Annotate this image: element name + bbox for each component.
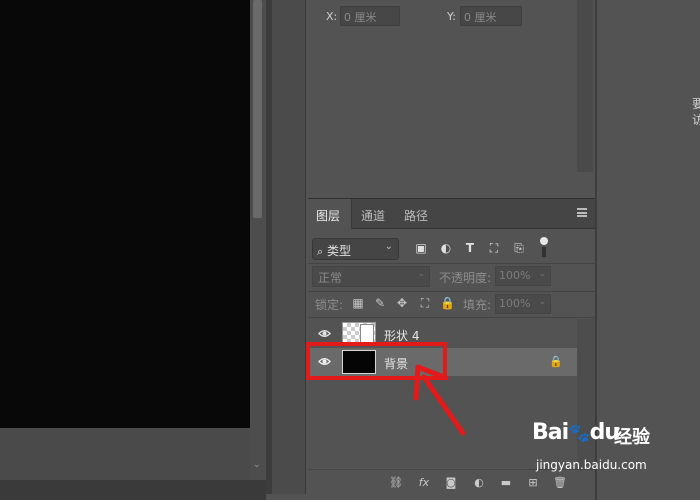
fill-label: 填充: bbox=[463, 298, 492, 312]
blend-mode-value: 正常 bbox=[318, 271, 343, 285]
canvas-pasteboard bbox=[0, 428, 250, 480]
link-layers-icon[interactable]: ⛓ bbox=[388, 476, 404, 490]
layers-tab-bar: 图层 通道 路径 bbox=[308, 199, 595, 229]
lock-icon[interactable]: 🔒 bbox=[549, 355, 563, 368]
document-canvas[interactable] bbox=[0, 0, 250, 428]
status-bar bbox=[0, 480, 266, 500]
new-layer-icon[interactable]: ⊞ bbox=[525, 476, 541, 490]
lock-artboard-icon[interactable]: ⛶ bbox=[418, 296, 432, 310]
lock-image-icon[interactable]: ✎ bbox=[373, 296, 387, 310]
delete-layer-icon[interactable]: 🗑 bbox=[552, 476, 568, 490]
shape-filter-icon[interactable]: ⛶ bbox=[487, 241, 501, 255]
eye-icon[interactable] bbox=[318, 327, 331, 340]
baidu-watermark: Bai🐾du 经验 jingyan.baidu.com bbox=[532, 418, 672, 478]
blend-mode-select[interactable]: 正常 ⌄ bbox=[312, 266, 430, 287]
tab-layers[interactable]: 图层 bbox=[308, 199, 352, 229]
layer-mask-icon[interactable]: ◙ bbox=[443, 476, 459, 490]
filter-label: 类型 bbox=[327, 244, 352, 258]
canvas-vertical-scrollbar[interactable]: ⌄ bbox=[250, 0, 266, 480]
panel-menu-icon[interactable] bbox=[577, 208, 587, 217]
collapsed-panel-dock bbox=[272, 0, 306, 494]
tab-channels[interactable]: 通道 bbox=[353, 199, 395, 229]
chevron-down-icon: ⌄ bbox=[417, 269, 425, 279]
photoshop-window: ⌄ X: 0 厘米 Y: 0 厘米 图层 通道 路径 ⌕ 类型 ⌄ ▣ ◐ T … bbox=[0, 0, 700, 500]
opacity-input[interactable]: 100% ⌄ bbox=[495, 266, 551, 286]
adjustment-layer-icon[interactable]: ◐ bbox=[471, 476, 487, 490]
search-icon: ⌕ bbox=[317, 245, 324, 258]
properties-panel: X: 0 厘米 Y: 0 厘米 bbox=[308, 0, 595, 198]
chevron-down-icon: ⌄ bbox=[538, 269, 546, 279]
paw-icon: 🐾 bbox=[568, 423, 590, 444]
type-filter-icon[interactable]: T bbox=[463, 241, 477, 255]
y-label: Y: bbox=[447, 10, 456, 23]
image-filter-icon[interactable]: ▣ bbox=[414, 241, 428, 255]
chevron-down-icon: ⌄ bbox=[538, 297, 546, 307]
watermark-url: jingyan.baidu.com bbox=[536, 458, 647, 472]
chevron-down-icon[interactable]: ⌄ bbox=[253, 460, 261, 470]
opacity-value: 100% bbox=[499, 269, 531, 282]
fill-input[interactable]: 100% ⌄ bbox=[495, 294, 551, 314]
lock-label: 锁定: bbox=[315, 298, 344, 312]
right-panel-text: 要 访 bbox=[692, 97, 700, 127]
x-label: X: bbox=[326, 10, 338, 23]
watermark-title: 经验 bbox=[614, 427, 650, 448]
lock-all-icon[interactable]: 🔒 bbox=[440, 296, 455, 310]
vector-shape-icon bbox=[360, 324, 374, 344]
chevron-down-icon: ⌄ bbox=[384, 241, 393, 252]
lock-transparent-icon[interactable]: ▦ bbox=[351, 296, 365, 310]
x-position-input[interactable]: 0 厘米 bbox=[340, 6, 400, 26]
layer-style-icon[interactable]: fx bbox=[416, 476, 432, 490]
filter-toggle[interactable] bbox=[540, 237, 548, 257]
smart-object-filter-icon[interactable]: ⎘ bbox=[512, 241, 526, 255]
properties-scrollbar[interactable] bbox=[577, 0, 593, 172]
baidu-logo: Bai🐾du bbox=[532, 420, 620, 445]
scrollbar-thumb[interactable] bbox=[253, 0, 262, 218]
lock-position-icon[interactable]: ✥ bbox=[395, 296, 409, 310]
fill-value: 100% bbox=[499, 297, 531, 310]
new-group-icon[interactable]: ▬ bbox=[498, 476, 514, 490]
opacity-label: 不透明度: bbox=[439, 271, 492, 285]
y-position-input[interactable]: 0 厘米 bbox=[460, 6, 522, 26]
adjustment-filter-icon[interactable]: ◐ bbox=[439, 241, 453, 255]
layer-filter-select[interactable]: ⌕ 类型 ⌄ bbox=[312, 238, 399, 260]
tab-paths[interactable]: 路径 bbox=[396, 199, 438, 229]
annotation-highlight-box bbox=[306, 342, 447, 380]
